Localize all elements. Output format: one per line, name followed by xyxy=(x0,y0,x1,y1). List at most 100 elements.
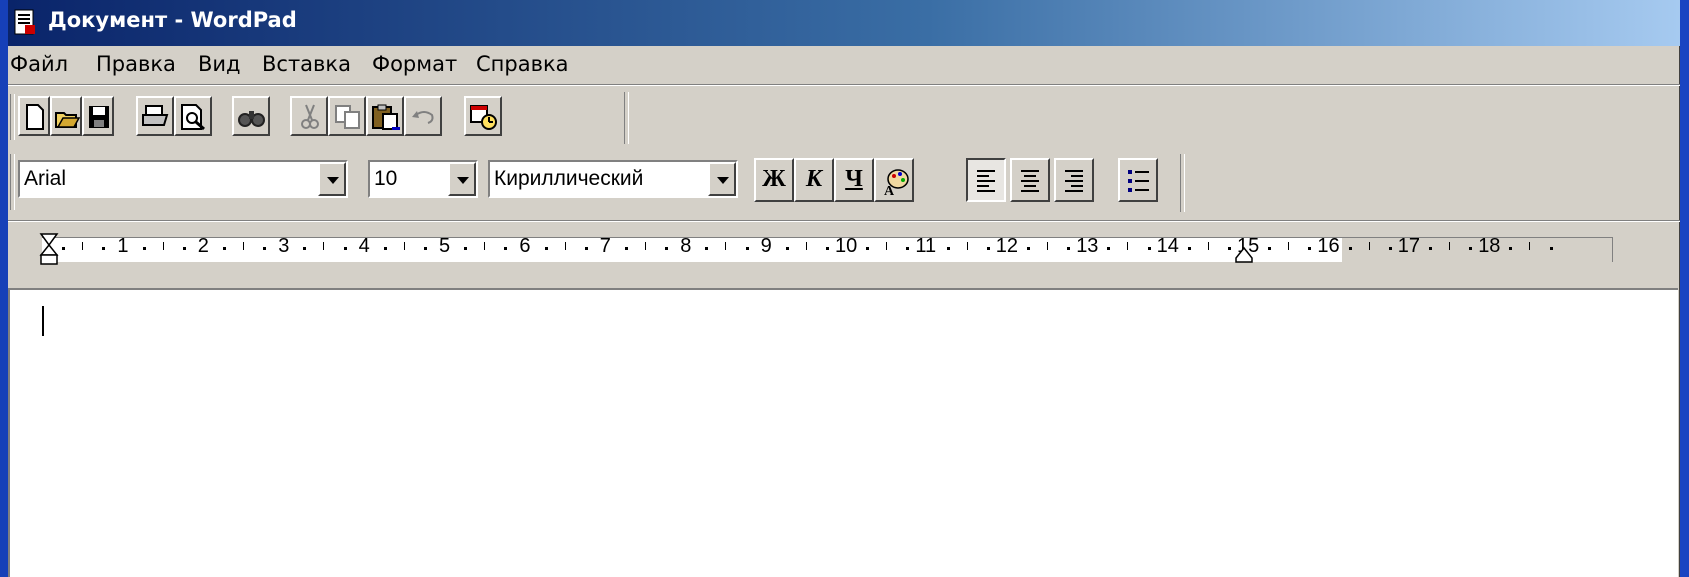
font-size-combo[interactable]: 10 xyxy=(368,160,478,198)
underline-button[interactable]: Ч xyxy=(834,158,874,202)
wordpad-window: Документ - WordPad Файл Правка Вид Встав… xyxy=(8,0,1680,577)
color-button[interactable]: A xyxy=(874,158,914,202)
ruler-dot xyxy=(423,247,427,250)
ruler-half-tick xyxy=(403,242,405,250)
bullets-button[interactable] xyxy=(1118,158,1158,202)
menu-help[interactable]: Справка xyxy=(476,52,569,76)
desktop-frame: Документ - WordPad Файл Правка Вид Встав… xyxy=(0,0,1689,577)
ruler-dot xyxy=(584,247,588,250)
ruler-dot xyxy=(343,247,347,250)
save-icon xyxy=(89,106,109,128)
align-left-button[interactable] xyxy=(966,158,1006,202)
menu-format[interactable]: Формат xyxy=(372,52,457,76)
print-preview-button[interactable] xyxy=(174,96,212,136)
menu-edit[interactable]: Правка xyxy=(96,52,176,76)
ruler-dot xyxy=(62,247,66,250)
ruler-dot xyxy=(263,247,267,250)
ruler-dot xyxy=(1187,247,1191,250)
ruler-separator xyxy=(8,220,1680,222)
ruler-half-tick xyxy=(1449,242,1450,250)
find-button[interactable] xyxy=(232,96,270,136)
ruler-dot xyxy=(906,247,910,250)
ruler-dot xyxy=(303,247,307,250)
title-bar[interactable]: Документ - WordPad xyxy=(8,0,1680,46)
font-size-dropdown-arrow-icon[interactable] xyxy=(448,162,476,196)
document-editor[interactable] xyxy=(8,288,1678,577)
ruler-dot xyxy=(785,247,789,250)
italic-button[interactable]: К xyxy=(794,158,834,202)
ruler[interactable]: 1 2 3 4 5 6 7 8 9 10 11 12 13 14 15 16 17 18 xyxy=(38,232,1613,266)
ruler-dot xyxy=(1067,247,1071,250)
ruler-number: 9 xyxy=(760,235,772,257)
ruler-half-tick xyxy=(564,242,566,250)
ruler-half-tick xyxy=(1207,242,1209,250)
right-indent-marker-icon[interactable] xyxy=(1234,244,1254,264)
ruler-number: 18 xyxy=(1478,235,1501,257)
left-indent-marker-icon[interactable] xyxy=(38,232,62,266)
ruler-number: 3 xyxy=(278,235,290,257)
toolbar-grip xyxy=(10,94,15,140)
ruler-dot xyxy=(182,247,186,250)
ruler-half-tick xyxy=(725,242,727,250)
toolbar-end-edge xyxy=(624,92,629,144)
ruler-number: 8 xyxy=(680,235,692,257)
ruler-dot xyxy=(624,247,628,250)
copy-button[interactable] xyxy=(328,96,366,136)
ruler-half-tick xyxy=(484,242,486,250)
paste-button[interactable] xyxy=(366,96,404,136)
align-left-icon xyxy=(977,170,995,192)
ruler-number: 11 xyxy=(915,235,937,257)
ruler-half-tick xyxy=(1288,242,1290,250)
menu-separator xyxy=(8,84,1680,86)
menu-insert[interactable]: Вставка xyxy=(262,52,351,76)
ruler-dot xyxy=(504,247,508,250)
ruler-half-tick xyxy=(162,242,164,250)
new-document-icon xyxy=(26,104,44,130)
ruler-dot xyxy=(705,247,709,250)
ruler-number: 2 xyxy=(197,235,209,257)
insert-datetime-button[interactable] xyxy=(464,96,502,136)
undo-button[interactable] xyxy=(404,96,442,136)
ruler-dot xyxy=(1026,247,1030,250)
ruler-dot xyxy=(665,247,669,250)
menu-view[interactable]: Вид xyxy=(198,52,241,76)
ruler-half-tick xyxy=(886,242,888,250)
ruler-dot xyxy=(745,247,749,250)
ruler-dot xyxy=(383,247,387,250)
font-name-dropdown-arrow-icon[interactable] xyxy=(318,162,346,196)
script-dropdown-arrow-icon[interactable] xyxy=(708,162,736,196)
ruler-dot xyxy=(544,247,548,250)
bullet-list-icon xyxy=(1128,170,1149,192)
undo-icon xyxy=(412,111,434,124)
ruler-dot xyxy=(1549,247,1553,250)
window-title: Документ - WordPad xyxy=(48,8,297,32)
script-combo[interactable]: Кириллический xyxy=(488,160,738,198)
align-right-button[interactable] xyxy=(1054,158,1094,202)
ruler-dot xyxy=(1509,247,1513,250)
ruler-half-tick xyxy=(1047,242,1048,250)
text-caret xyxy=(42,306,44,336)
format-toolbar-end-edge xyxy=(1180,154,1185,212)
ruler-half-tick xyxy=(243,242,244,250)
cut-icon xyxy=(301,104,319,129)
ruler-dot xyxy=(1227,247,1231,250)
new-button[interactable] xyxy=(18,96,50,136)
ruler-number: 7 xyxy=(599,235,611,257)
format-toolbar: Arial 10 Кириллический Ж К Ч A xyxy=(8,154,1188,212)
print-icon xyxy=(142,105,169,126)
bold-button[interactable]: Ж xyxy=(754,158,794,202)
ruler-half-tick xyxy=(645,242,646,250)
print-button[interactable] xyxy=(136,96,174,136)
menu-file[interactable]: Файл xyxy=(10,52,68,76)
menu-bar: Файл Правка Вид Вставка Формат Справка xyxy=(8,48,1680,82)
script-value: Кириллический xyxy=(494,167,644,190)
save-button[interactable] xyxy=(82,96,114,136)
font-name-value: Arial xyxy=(24,167,67,190)
cut-button[interactable] xyxy=(290,96,328,136)
align-center-button[interactable] xyxy=(1010,158,1050,202)
font-name-combo[interactable]: Arial xyxy=(18,160,348,198)
ruler-dot xyxy=(1107,247,1111,250)
open-button[interactable] xyxy=(50,96,82,136)
align-center-icon xyxy=(1021,170,1039,192)
ruler-dot xyxy=(1469,247,1473,250)
